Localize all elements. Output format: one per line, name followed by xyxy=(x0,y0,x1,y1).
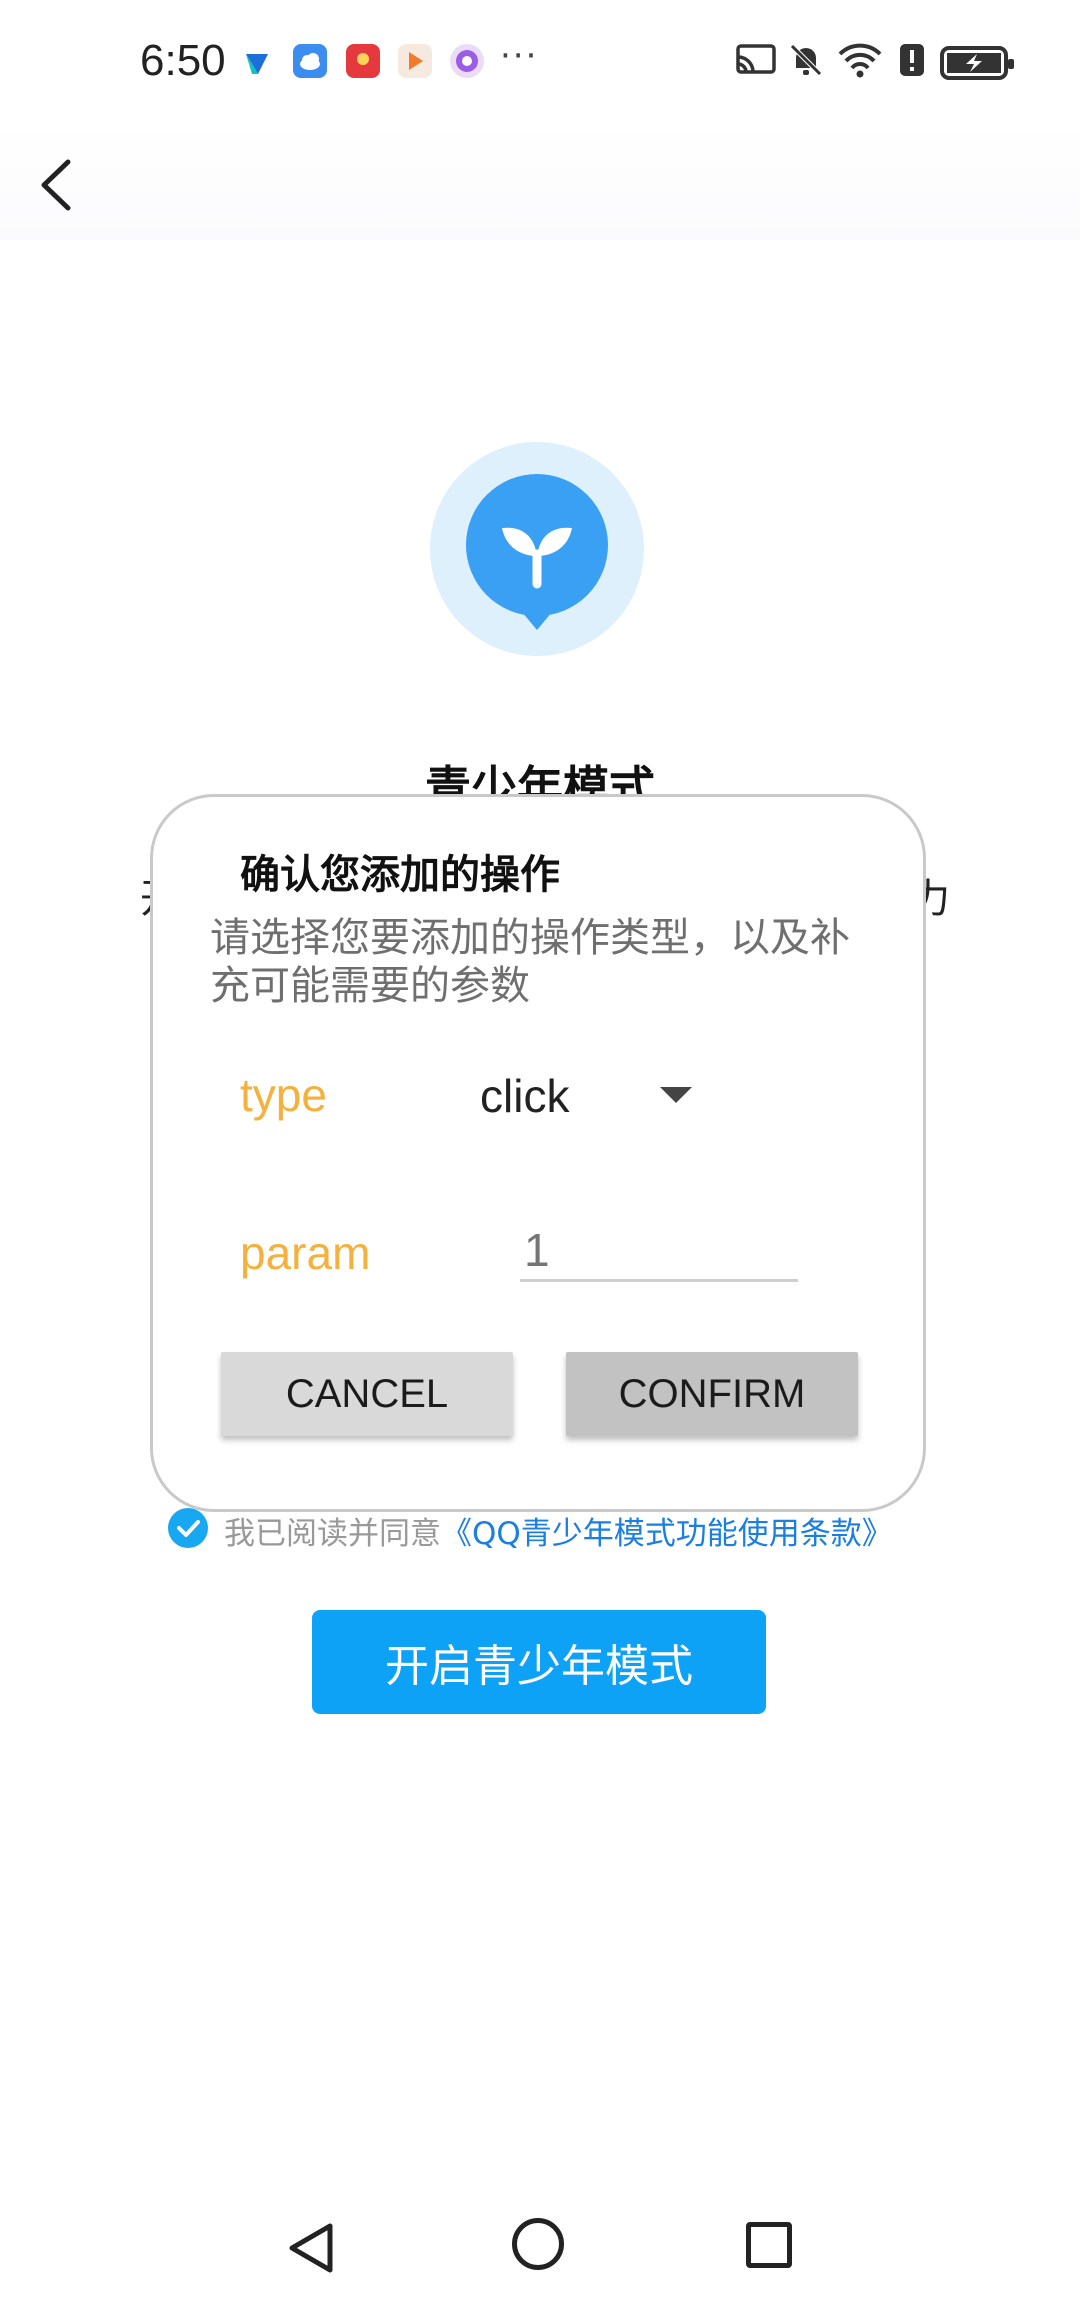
type-label: type xyxy=(240,1069,327,1121)
sprout-logo-icon xyxy=(466,474,608,630)
alert-icon xyxy=(896,40,928,80)
agreement-prefix: 我已阅读并同意 xyxy=(224,1516,441,1552)
wifi-icon xyxy=(836,40,882,80)
enable-teen-mode-button[interactable]: 开启青少年模式 xyxy=(312,1610,766,1714)
chevron-left-icon xyxy=(41,159,71,211)
param-input[interactable] xyxy=(520,1220,798,1282)
nav-home-icon[interactable] xyxy=(512,2218,564,2270)
dropdown-caret-icon[interactable] xyxy=(660,1087,692,1103)
status-time: 6:50 xyxy=(140,36,226,85)
red-packet-icon xyxy=(346,44,380,78)
agree-checkbox[interactable] xyxy=(168,1508,208,1548)
mute-icon xyxy=(786,40,830,80)
back-button[interactable] xyxy=(30,150,90,220)
status-bar: 6:50 ··· xyxy=(0,0,1080,120)
app-circle-icon xyxy=(450,44,484,78)
nav-recents-icon[interactable] xyxy=(746,2222,792,2268)
confirm-button[interactable]: CONFIRM xyxy=(566,1352,858,1436)
terms-link[interactable]: 《QQ青少年模式功能使用条款》 xyxy=(441,1516,893,1552)
check-icon xyxy=(177,1520,200,1537)
cast-icon xyxy=(734,40,778,80)
param-label: param xyxy=(240,1227,371,1279)
cancel-button[interactable]: CANCEL xyxy=(221,1352,513,1436)
cloud-icon xyxy=(293,44,327,78)
video-icon xyxy=(398,44,432,78)
type-value: click xyxy=(480,1070,570,1122)
more-notifications-icon: ··· xyxy=(500,36,539,76)
dialog-title: 确认您添加的操作 xyxy=(240,852,560,898)
nav-back-icon[interactable] xyxy=(284,2218,340,2278)
header-band xyxy=(0,120,1080,240)
battery-charging-icon xyxy=(940,46,1014,80)
agreement-text: 我已阅读并同意《QQ青少年模式功能使用条款》 xyxy=(224,1508,893,1553)
dialog-description: 请选择您要添加的操作类型，以及补充可能需要的参数 xyxy=(210,915,850,1009)
app-notification-icon xyxy=(244,50,270,76)
